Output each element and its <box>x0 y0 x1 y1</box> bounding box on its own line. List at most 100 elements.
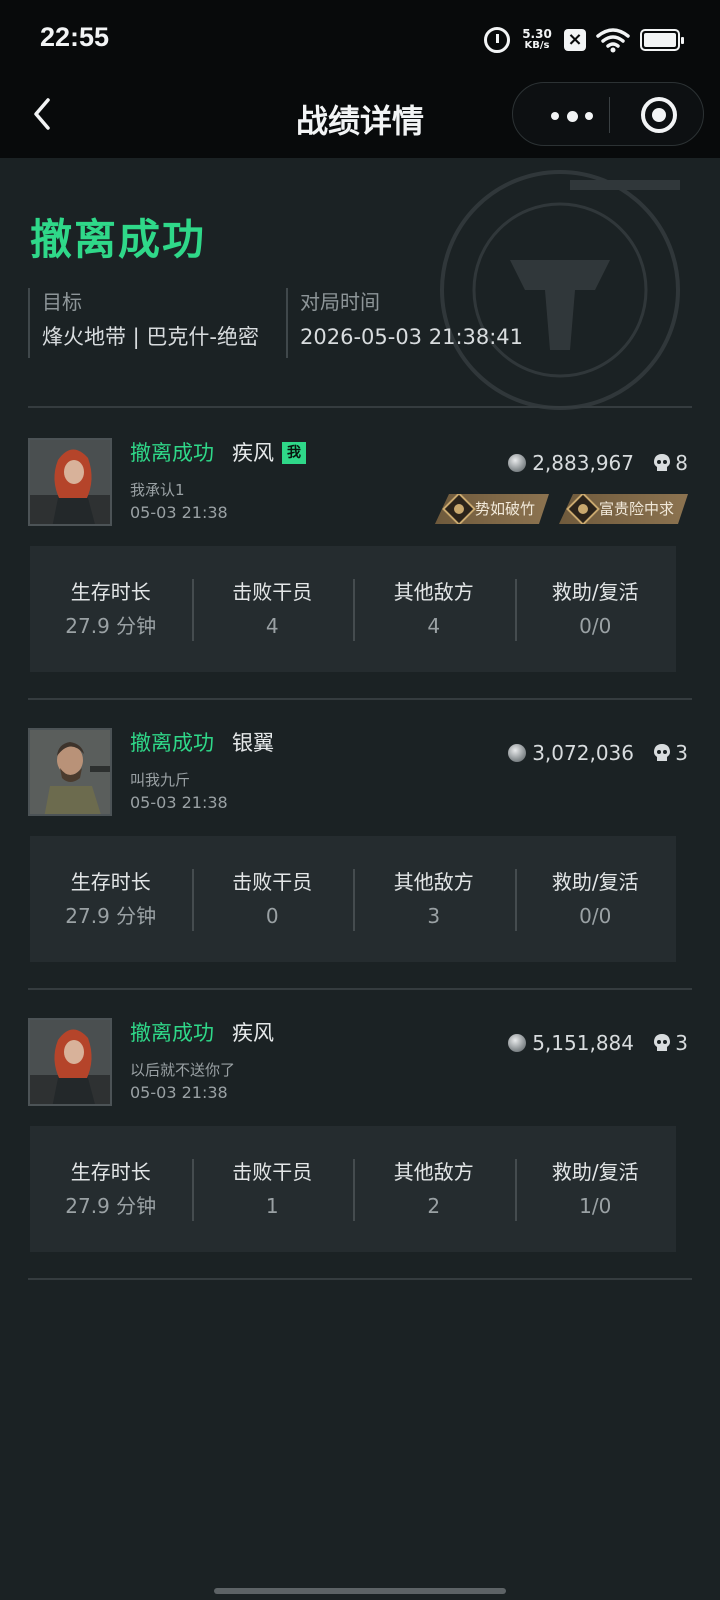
kill-count: 8 <box>653 450 688 476</box>
target-label: 目标 <box>42 290 82 314</box>
operator-name: 疾风 <box>232 1021 274 1045</box>
money-value: 3,072,036 <box>508 740 634 766</box>
kill-count: 3 <box>653 740 688 766</box>
stat-survive-time: 生存时长 27.9 分钟 <box>30 577 192 641</box>
stat-label: 生存时长 <box>70 580 151 604</box>
stat-operators-defeated: 击败干员 1 <box>191 1157 354 1221</box>
kill-count-value: 3 <box>675 741 688 765</box>
capsule-divider <box>609 97 610 133</box>
top-bar: 22:55 5.30 KB/s × 战绩详情 <box>0 0 720 158</box>
money-amount: 2,883,967 <box>532 451 634 475</box>
home-indicator[interactable] <box>214 1588 506 1594</box>
player-time: 05-03 21:38 <box>130 793 228 812</box>
stat-value: 4 <box>427 614 441 638</box>
stat-label: 救助/复活 <box>551 870 639 894</box>
me-badge: 我 <box>282 442 306 464</box>
kill-count-value: 8 <box>675 451 688 475</box>
stat-label: 其他敌方 <box>393 870 474 894</box>
player-stats: 生存时长 27.9 分钟 击败干员 4 其他敌方 4 救助/复活 0/0 <box>30 546 676 672</box>
stat-assist-revive: 救助/复活 0/0 <box>514 867 677 931</box>
divider <box>28 698 692 700</box>
player-nickname: 我承认1 <box>130 481 185 499</box>
stat-label: 生存时长 <box>70 870 151 894</box>
skull-icon <box>654 744 671 761</box>
operator-name: 疾风 <box>232 441 274 465</box>
kill-count-value: 3 <box>675 1031 688 1055</box>
stat-other-enemies: 其他敌方 3 <box>353 867 515 931</box>
divider <box>28 1278 692 1280</box>
match-time-label: 对局时间 <box>300 290 380 314</box>
stat-label: 其他敌方 <box>393 580 474 604</box>
result-title: 撤离成功 <box>30 215 207 264</box>
stat-other-enemies: 其他敌方 2 <box>353 1157 515 1221</box>
no-sim-icon: × <box>564 29 586 51</box>
match-time-value: 2026-05-03 21:38:41 <box>300 325 524 349</box>
stat-survive-time: 生存时长 27.9 分钟 <box>30 867 192 931</box>
player-nickname: 叫我九斤 <box>130 771 191 789</box>
money-amount: 5,151,884 <box>532 1031 634 1055</box>
network-speed-unit: KB/s <box>524 40 550 51</box>
stat-value: 0 <box>265 904 279 928</box>
achievement-badges: 势如破竹 富贵险中求 <box>435 494 688 524</box>
money-value: 5,151,884 <box>508 1030 634 1056</box>
stat-value: 27.9 分钟 <box>65 614 157 638</box>
player-stats: 生存时长 27.9 分钟 击败干员 0 其他敌方 3 救助/复活 0/0 <box>30 836 676 962</box>
stat-value: 4 <box>265 614 279 638</box>
network-speed: 5.30 KB/s <box>520 28 554 52</box>
player-nickname: 以后就不送你了 <box>130 1061 236 1079</box>
mini-program-capsule <box>512 82 704 146</box>
kill-count: 3 <box>653 1030 688 1056</box>
achievement-label: 富贵险中求 <box>598 500 674 518</box>
stat-label: 击败干员 <box>232 870 313 894</box>
operator-avatar <box>28 438 112 526</box>
stat-value: 27.9 分钟 <box>65 1194 157 1218</box>
stat-survive-time: 生存时长 27.9 分钟 <box>30 1157 192 1221</box>
operator-avatar <box>28 1018 112 1106</box>
target-value: 烽火地带 | 巴克什-绝密 <box>42 325 260 349</box>
more-dots-icon[interactable] <box>551 110 593 122</box>
stat-label: 生存时长 <box>70 1160 151 1184</box>
player-time: 05-03 21:38 <box>130 503 228 522</box>
player-card: 撤离成功 银翼 叫我九斤 05-03 21:38 3,072,036 3 生存时… <box>0 728 720 978</box>
stat-label: 击败干员 <box>232 580 313 604</box>
stat-value: 0/0 <box>579 614 612 638</box>
coin-icon <box>508 1034 527 1052</box>
stat-label: 其他敌方 <box>393 1160 474 1184</box>
stat-value: 1 <box>265 1194 279 1218</box>
stat-label: 救助/复活 <box>551 1160 639 1184</box>
stat-other-enemies: 其他敌方 4 <box>353 577 515 641</box>
skull-icon <box>654 1034 671 1051</box>
stat-assist-revive: 救助/复活 1/0 <box>514 1157 677 1221</box>
network-speed-value: 5.30 <box>522 27 552 41</box>
wifi-icon <box>596 28 630 53</box>
stat-label: 救助/复活 <box>551 580 639 604</box>
operator-name: 银翼 <box>232 731 274 755</box>
target-circle-icon[interactable] <box>641 97 677 133</box>
status-bar: 22:55 5.30 KB/s × <box>0 0 720 80</box>
stat-value: 1/0 <box>579 1194 612 1218</box>
achievement-badge: 富贵险中求 <box>559 494 688 524</box>
achievement-badge: 势如破竹 <box>435 494 549 524</box>
status-icons: 5.30 KB/s × <box>484 22 684 58</box>
player-card: 撤离成功 疾风 我 我承认1 05-03 21:38 2,883,967 8 势… <box>0 438 720 688</box>
coin-icon <box>508 454 527 472</box>
header: 战绩详情 <box>0 80 720 158</box>
medal-icon <box>442 492 476 526</box>
stat-value: 0/0 <box>579 904 612 928</box>
divider <box>28 406 692 408</box>
stat-operators-defeated: 击败干员 4 <box>191 577 354 641</box>
alarm-icon <box>484 27 510 53</box>
status-clock: 22:55 <box>40 22 110 52</box>
achievement-label: 势如破竹 <box>474 500 535 518</box>
player-status: 撤离成功 <box>130 1021 214 1045</box>
stat-value: 3 <box>427 904 441 928</box>
player-time: 05-03 21:38 <box>130 1083 228 1102</box>
player-status: 撤离成功 <box>130 441 214 465</box>
player-status: 撤离成功 <box>130 731 214 755</box>
operator-avatar <box>28 728 112 816</box>
divider <box>28 988 692 990</box>
money-amount: 3,072,036 <box>532 741 634 765</box>
match-time-info: 对局时间 2026-05-03 21:38:41 <box>286 288 523 358</box>
stat-label: 击败干员 <box>232 1160 313 1184</box>
money-value: 2,883,967 <box>508 450 634 476</box>
